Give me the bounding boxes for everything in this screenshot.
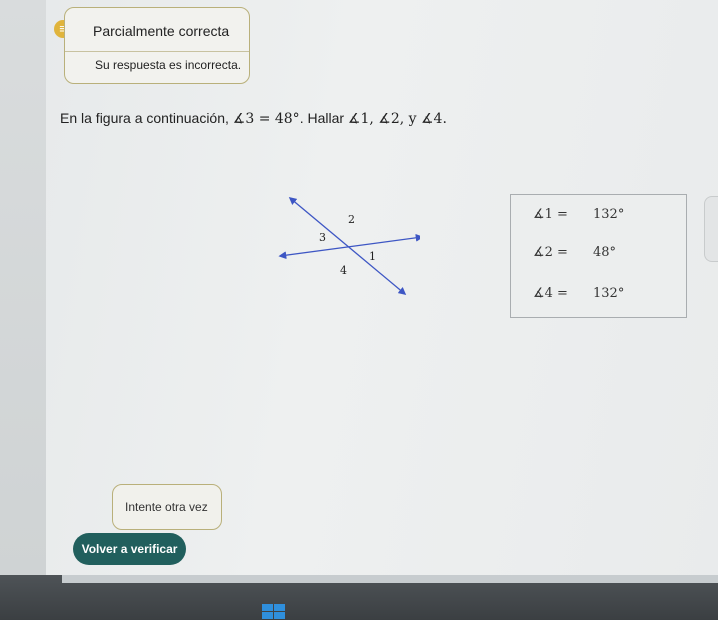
target-angles: ∡1, ∡2, y ∡4. [347,111,447,127]
feedback-card: Parcialmente correcta Su respuesta es in… [64,7,250,84]
answer-row-angle-2: ∡2 = 48° [533,245,616,260]
windows-start-icon[interactable] [262,604,286,620]
angle-label-3: 3 [319,231,326,244]
angle-label-4: 4 [340,264,347,277]
retry-tooltip: Intente otra vez [112,484,222,530]
angle-figure: 2 3 1 4 [278,197,420,295]
answer-input[interactable]: 48° [593,245,616,260]
answer-row-angle-1: ∡1 = 132° [533,207,624,222]
answer-input[interactable]: 132° [593,286,624,301]
left-margin [0,0,46,575]
answer-row-angle-4: ∡4 = 132° [533,286,624,301]
retry-message: Intente otra vez [125,500,208,514]
angle-label-1: 1 [369,250,376,263]
question-middle: . Hallar [299,110,348,126]
feedback-divider [65,51,249,52]
question-text: En la figura a continuación, ∡3 = 48°. H… [60,110,447,127]
feedback-title: Parcialmente correcta [93,23,230,39]
angle-label-2: 2 [348,213,355,226]
answer-label: ∡1 = [533,207,568,222]
recheck-button[interactable]: Volver a verificar [73,533,186,565]
screen: ≡ Parcialmente correcta Su respuesta es … [0,0,718,575]
taskbar [0,575,718,620]
monitor-edge [62,575,718,583]
feedback-message: Su respuesta es incorrecta. [95,58,242,72]
side-panel-tab[interactable] [704,196,718,262]
answer-label: ∡2 = [533,245,568,260]
answer-box: ∡1 = 132° ∡2 = 48° ∡4 = 132° [510,194,687,318]
answer-label: ∡4 = [533,286,568,301]
answer-input[interactable]: 132° [593,207,624,222]
question-intro: En la figura a continuación, [60,110,233,126]
parallel-line [278,233,420,260]
given-angle: ∡3 = 48° [232,111,300,127]
